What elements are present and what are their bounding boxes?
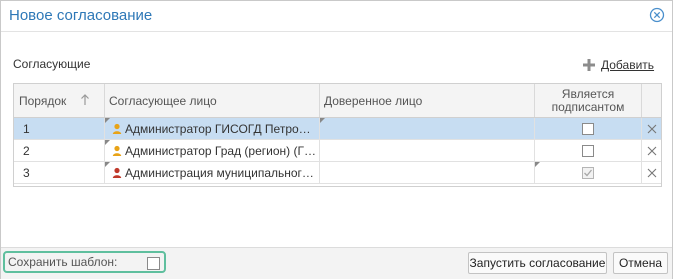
row-order-cell: 1 <box>14 118 105 139</box>
dialog-titlebar: Новое согласование <box>1 1 672 32</box>
column-header-actions <box>642 84 661 117</box>
column-trusted-label: Доверенное лицо <box>324 93 423 108</box>
cancel-button[interactable]: Отмена <box>613 252 668 274</box>
column-signer-label-line1: Является <box>561 86 615 101</box>
start-approval-button[interactable]: Запустить согласование <box>468 252 607 274</box>
row-signer-cell <box>535 162 642 183</box>
dialog-footer: Сохранить шаблон: Запустить согласование… <box>1 247 672 279</box>
row-actions-cell <box>642 162 661 183</box>
column-person-label: Согласующее лицо <box>109 93 217 108</box>
row-trusted-cell[interactable] <box>320 118 535 139</box>
remove-row-icon[interactable] <box>647 146 657 156</box>
save-template-label: Сохранить шаблон: <box>8 255 118 269</box>
row-actions-cell <box>642 140 661 161</box>
remove-row-icon[interactable] <box>647 124 657 134</box>
approvers-section-label: Согласующие <box>13 57 91 71</box>
plus-icon <box>583 59 595 71</box>
table-row[interactable]: 3 Администрация муниципальног… <box>14 162 661 184</box>
table-header: Порядок Согласующее лицо Доверенное лицо… <box>14 84 661 118</box>
row-trusted-cell[interactable] <box>320 140 535 161</box>
user-red-icon <box>112 167 122 178</box>
row-actions-cell <box>642 118 661 139</box>
row-order: 2 <box>23 143 30 158</box>
row-person-cell[interactable]: Администрация муниципальног… <box>105 162 320 183</box>
dialog-title: Новое согласование <box>9 7 153 24</box>
sort-arrow-up-icon <box>81 94 89 105</box>
column-header-trusted[interactable]: Доверенное лицо <box>320 84 535 117</box>
close-icon[interactable] <box>649 7 665 23</box>
row-person: Администратор Град (регион) (Г… <box>125 143 316 158</box>
edit-marker-icon <box>105 162 110 167</box>
row-signer-cell <box>535 140 642 161</box>
column-header-signer[interactable]: Является подписантом <box>535 84 642 117</box>
user-gold-icon <box>112 123 122 134</box>
row-order-cell: 2 <box>14 140 105 161</box>
row-order: 1 <box>23 121 30 136</box>
row-person: Администрация муниципальног… <box>125 165 314 180</box>
row-order: 3 <box>23 165 30 180</box>
edit-marker-icon <box>535 162 540 167</box>
edit-marker-icon <box>105 118 110 123</box>
row-signer-cell <box>535 118 642 139</box>
table-row[interactable]: 2 Администратор Град (регион) (Г… <box>14 140 661 162</box>
row-trusted-cell[interactable] <box>320 162 535 183</box>
save-template-checkbox[interactable] <box>147 257 160 270</box>
signer-checkbox[interactable] <box>582 122 594 135</box>
add-approver-label: Добавить <box>601 58 655 72</box>
remove-row-icon[interactable] <box>647 168 657 178</box>
row-person: Администратор ГИСОГД Петро… <box>125 121 311 136</box>
user-gold-icon <box>112 145 122 156</box>
column-header-person[interactable]: Согласующее лицо <box>105 84 320 117</box>
edit-marker-icon <box>320 118 325 123</box>
row-person-cell[interactable]: Администратор ГИСОГД Петро… <box>105 118 320 139</box>
row-person-cell[interactable]: Администратор Град (регион) (Г… <box>105 140 320 161</box>
edit-marker-icon <box>105 140 110 145</box>
column-order-label: Порядок <box>19 93 67 108</box>
row-order-cell: 3 <box>14 162 105 183</box>
signer-checkbox-checked[interactable] <box>582 166 594 179</box>
column-header-order[interactable]: Порядок <box>14 84 105 117</box>
save-template-field: Сохранить шаблон: <box>3 251 166 273</box>
approvers-table: Порядок Согласующее лицо Доверенное лицо… <box>13 83 662 187</box>
add-approver-button[interactable]: Добавить <box>582 56 654 74</box>
table-row[interactable]: 1 Администратор ГИСОГД Петро… <box>14 118 661 140</box>
signer-checkbox[interactable] <box>582 144 594 157</box>
approval-dialog: Новое согласование Согласующие Добавить … <box>0 0 673 279</box>
checkmark-icon <box>584 169 593 176</box>
column-signer-label-line2: подписантом <box>551 99 625 114</box>
